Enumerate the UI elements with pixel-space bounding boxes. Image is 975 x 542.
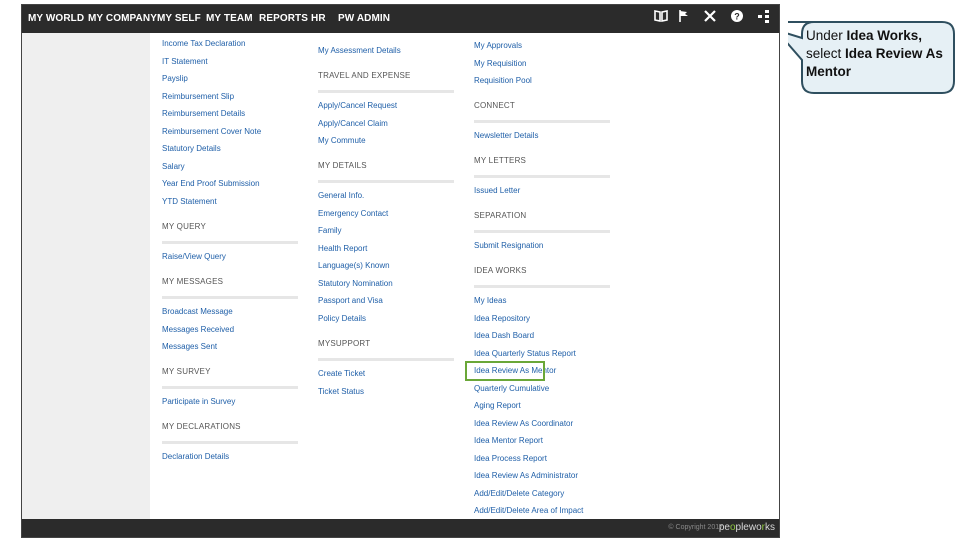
menu-link[interactable]: Policy Details	[318, 314, 366, 323]
section-heading: MY SURVEY	[162, 367, 211, 376]
section-heading: MY QUERY	[162, 222, 206, 231]
menu-link[interactable]: Apply/Cancel Request	[318, 101, 397, 110]
section-heading: IDEA WORKS	[474, 266, 527, 275]
menu-column-2: My Assessment Details TRAVEL AND EXPENSE…	[318, 33, 458, 523]
menu-link[interactable]: Year End Proof Submission	[162, 179, 260, 188]
menu-link[interactable]: Health Report	[318, 244, 367, 253]
menu-link[interactable]: Reimbursement Slip	[162, 92, 234, 101]
copyright-text: © Copyright 2017	[668, 524, 723, 531]
menu-link[interactable]: YTD Statement	[162, 197, 217, 206]
menu-link[interactable]: Salary	[162, 162, 185, 171]
section-heading: MY LETTERS	[474, 156, 527, 165]
menu-link[interactable]: Family	[318, 226, 342, 235]
menu-dots-icon[interactable]	[756, 9, 772, 27]
menu-link[interactable]: Add/Edit/Delete Area of Impact	[474, 506, 583, 515]
menu-link[interactable]: Idea Review As Coordinator	[474, 419, 573, 428]
menu-link[interactable]: My Assessment Details	[318, 46, 401, 55]
section-divider	[474, 285, 610, 288]
help-icon[interactable]: ?	[729, 9, 745, 27]
svg-text:?: ?	[734, 12, 740, 22]
section-divider	[474, 120, 610, 123]
section-divider	[474, 230, 610, 233]
menu-link[interactable]: Declaration Details	[162, 452, 229, 461]
menu-link[interactable]: Requisition Pool	[474, 76, 532, 85]
footer-bar: © Copyright 2017 peopleworks	[22, 519, 779, 537]
menu-link[interactable]: Create Ticket	[318, 369, 365, 378]
menu-link[interactable]: General Info.	[318, 191, 364, 200]
menu-column-1: Income Tax Declaration IT Statement Pays…	[162, 33, 302, 523]
menu-link[interactable]: Idea Dash Board	[474, 331, 534, 340]
section-divider	[162, 241, 298, 244]
top-navigation: MY WORLD MY COMPANY MY SELF MY TEAM REPO…	[22, 5, 779, 33]
section-divider	[162, 296, 298, 299]
menu-link[interactable]: Language(s) Known	[318, 261, 390, 270]
section-heading: MY MESSAGES	[162, 277, 224, 286]
nav-my-team[interactable]: MY TEAM	[206, 13, 253, 24]
menu-link[interactable]: Apply/Cancel Claim	[318, 119, 388, 128]
section-heading: SEPARATION	[474, 211, 527, 220]
menu-link[interactable]: IT Statement	[162, 57, 208, 66]
menu-link[interactable]: Income Tax Declaration	[162, 39, 245, 48]
menu-link[interactable]: Idea Process Report	[474, 454, 547, 463]
nav-reports[interactable]: REPORTS	[259, 13, 308, 24]
book-icon[interactable]	[653, 9, 669, 27]
menu-link[interactable]: Idea Quarterly Status Report	[474, 349, 576, 358]
menu-link[interactable]: My Requisition	[474, 59, 526, 68]
left-panel	[22, 33, 150, 519]
menu-link[interactable]: Add/Edit/Delete Category	[474, 489, 564, 498]
section-heading: CONNECT	[474, 101, 515, 110]
menu-link[interactable]: Idea Repository	[474, 314, 530, 323]
menu-link[interactable]: Emergency Contact	[318, 209, 388, 218]
menu-link[interactable]: My Approvals	[474, 41, 522, 50]
menu-link[interactable]: Statutory Nomination	[318, 279, 393, 288]
menu-link[interactable]: My Commute	[318, 136, 366, 145]
menu-link[interactable]: Newsletter Details	[474, 131, 538, 140]
section-heading: MYSUPPORT	[318, 339, 371, 348]
flag-icon[interactable]	[676, 9, 692, 27]
menu-link[interactable]: Participate in Survey	[162, 397, 235, 406]
section-heading: MY DECLARATIONS	[162, 422, 241, 431]
menu-link[interactable]: My Ideas	[474, 296, 506, 305]
menu-link[interactable]: Payslip	[162, 74, 188, 83]
menu-link[interactable]: Quarterly Cumulative	[474, 384, 549, 393]
menu-link[interactable]: Reimbursement Cover Note	[162, 127, 261, 136]
nav-my-world[interactable]: MY WORLD	[28, 13, 84, 24]
section-heading: TRAVEL AND EXPENSE	[318, 71, 411, 80]
menu-column-3: My Approvals My Requisition Requisition …	[474, 33, 634, 523]
section-divider	[474, 175, 610, 178]
menu-link[interactable]: Broadcast Message	[162, 307, 233, 316]
menu-link[interactable]: Statutory Details	[162, 144, 221, 153]
menu-link[interactable]: Ticket Status	[318, 387, 364, 396]
section-divider	[318, 90, 454, 93]
brand-logo: peopleworks	[718, 522, 775, 533]
highlight-box	[465, 361, 545, 381]
menu-link[interactable]: Aging Report	[474, 401, 521, 410]
nav-hr[interactable]: HR	[311, 13, 326, 24]
menu-link[interactable]: Issued Letter	[474, 186, 520, 195]
nav-my-company[interactable]: MY COMPANY	[88, 13, 157, 24]
menu-link[interactable]: Idea Review As Administrator	[474, 471, 578, 480]
menu-link[interactable]: Raise/View Query	[162, 252, 226, 261]
menu-link[interactable]: Submit Resignation	[474, 241, 543, 250]
nav-my-self[interactable]: MY SELF	[157, 13, 201, 24]
menu-link[interactable]: Messages Received	[162, 325, 234, 334]
menu-link[interactable]: Idea Mentor Report	[474, 436, 543, 445]
tools-icon[interactable]	[702, 9, 718, 27]
menu-link[interactable]: Reimbursement Details	[162, 109, 245, 118]
callout-text: Under Idea Works, select Idea Review As …	[806, 28, 943, 79]
section-divider	[162, 441, 298, 444]
section-divider	[318, 358, 454, 361]
nav-pw-admin[interactable]: PW ADMIN	[338, 13, 390, 24]
section-divider	[318, 180, 454, 183]
menu-link[interactable]: Messages Sent	[162, 342, 217, 351]
app-window: MY WORLD MY COMPANY MY SELF MY TEAM REPO…	[21, 4, 780, 538]
menu-link[interactable]: Passport and Visa	[318, 296, 383, 305]
section-heading: MY DETAILS	[318, 161, 367, 170]
section-divider	[162, 386, 298, 389]
